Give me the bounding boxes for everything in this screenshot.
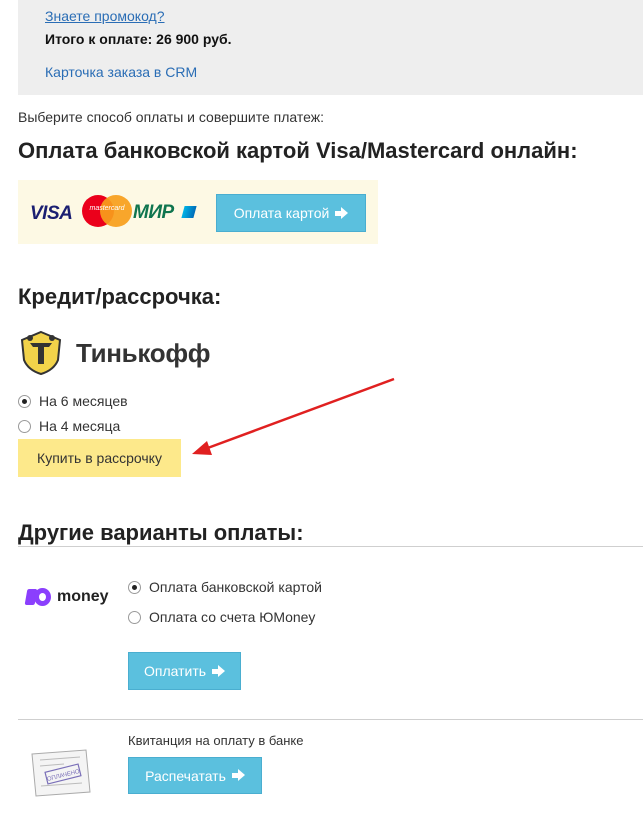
- installment-6-months-label: На 6 месяцев: [39, 393, 128, 409]
- yoomoney-icon: [24, 588, 51, 606]
- yoomoney-card-label: Оплата банковской картой: [149, 579, 322, 595]
- order-total: Итого к оплате: 26 900 руб.: [45, 31, 232, 47]
- print-receipt-button[interactable]: Распечатать: [128, 757, 262, 794]
- installment-4-months-label: На 4 месяца: [39, 418, 121, 434]
- installment-6-months-option[interactable]: На 6 месяцев: [18, 393, 128, 409]
- print-receipt-label: Распечатать: [145, 767, 226, 784]
- radio-unchecked-icon[interactable]: [18, 419, 31, 433]
- yoomoney-wallet-label: Оплата со счета ЮMoney: [149, 609, 316, 625]
- visa-logo: VISA: [30, 203, 73, 224]
- installment-4-months-option[interactable]: На 4 месяца: [18, 418, 120, 434]
- tinkoff-name: Тинькофф: [76, 338, 211, 368]
- divider: [18, 546, 643, 547]
- pay-by-card-button[interactable]: Оплата картой: [216, 194, 366, 232]
- arrow-right-icon: [231, 769, 245, 781]
- divider: [18, 719, 643, 720]
- credit-heading: Кредит/рассрочка:: [18, 284, 222, 309]
- mir-logo: МИР: [133, 202, 197, 224]
- buy-in-installments-button[interactable]: Купить в рассрочку: [18, 439, 181, 477]
- mastercard-logo-text: mastercard: [89, 205, 125, 212]
- receipt-label: Квитанция на оплату в банке: [128, 733, 304, 748]
- crm-order-link[interactable]: Карточка заказа в CRM: [45, 64, 197, 80]
- arrow-right-icon: [212, 664, 226, 677]
- radio-checked-icon[interactable]: [128, 580, 141, 594]
- yoomoney-logo: money: [24, 586, 109, 608]
- card-payment-heading: Оплата банковской картой Visa/Mastercard…: [18, 138, 578, 163]
- yoomoney-brand: money: [57, 588, 109, 605]
- other-payment-heading: Другие варианты оплаты:: [18, 520, 304, 545]
- payment-prompt: Выберите способ оплаты и совершите плате…: [18, 109, 325, 125]
- promo-code-link[interactable]: Знаете промокод?: [45, 8, 165, 24]
- mastercard-logo: mastercard: [78, 194, 132, 228]
- tinkoff-emblem-icon: [20, 330, 62, 376]
- yoomoney-wallet-option[interactable]: Оплата со счета ЮMoney: [128, 609, 315, 625]
- radio-unchecked-icon[interactable]: [128, 610, 141, 624]
- pay-button[interactable]: Оплатить: [128, 652, 241, 690]
- bank-receipt-icon: ОПЛАЧЕНО: [31, 749, 91, 797]
- pay-button-label: Оплатить: [143, 663, 207, 679]
- arrow-right-icon: [335, 206, 349, 219]
- tinkoff-logo: Тинькофф: [18, 330, 218, 376]
- pay-by-card-label: Оплата картой: [233, 205, 330, 221]
- order-summary-panel: Знаете промокод? Итого к оплате: 26 900 …: [18, 0, 643, 95]
- yoomoney-card-option[interactable]: Оплата банковской картой: [128, 579, 322, 595]
- radio-checked-icon[interactable]: [18, 394, 31, 408]
